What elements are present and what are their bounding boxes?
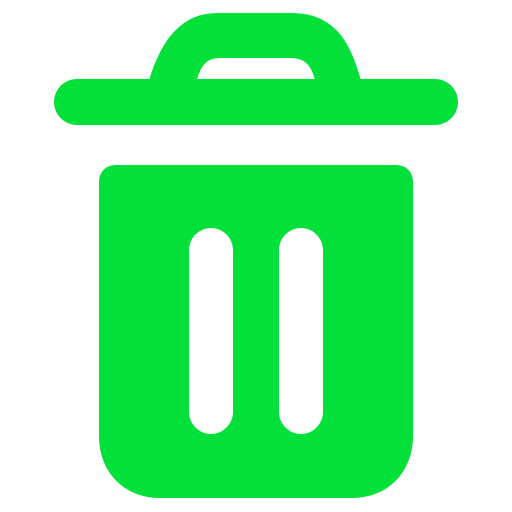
trash-lid-bar bbox=[54, 79, 458, 125]
trash-icon-container[interactable] bbox=[0, 0, 512, 512]
trash-icon[interactable] bbox=[0, 0, 512, 512]
trash-can-body bbox=[99, 165, 413, 498]
trash-lid-handle bbox=[148, 13, 362, 84]
